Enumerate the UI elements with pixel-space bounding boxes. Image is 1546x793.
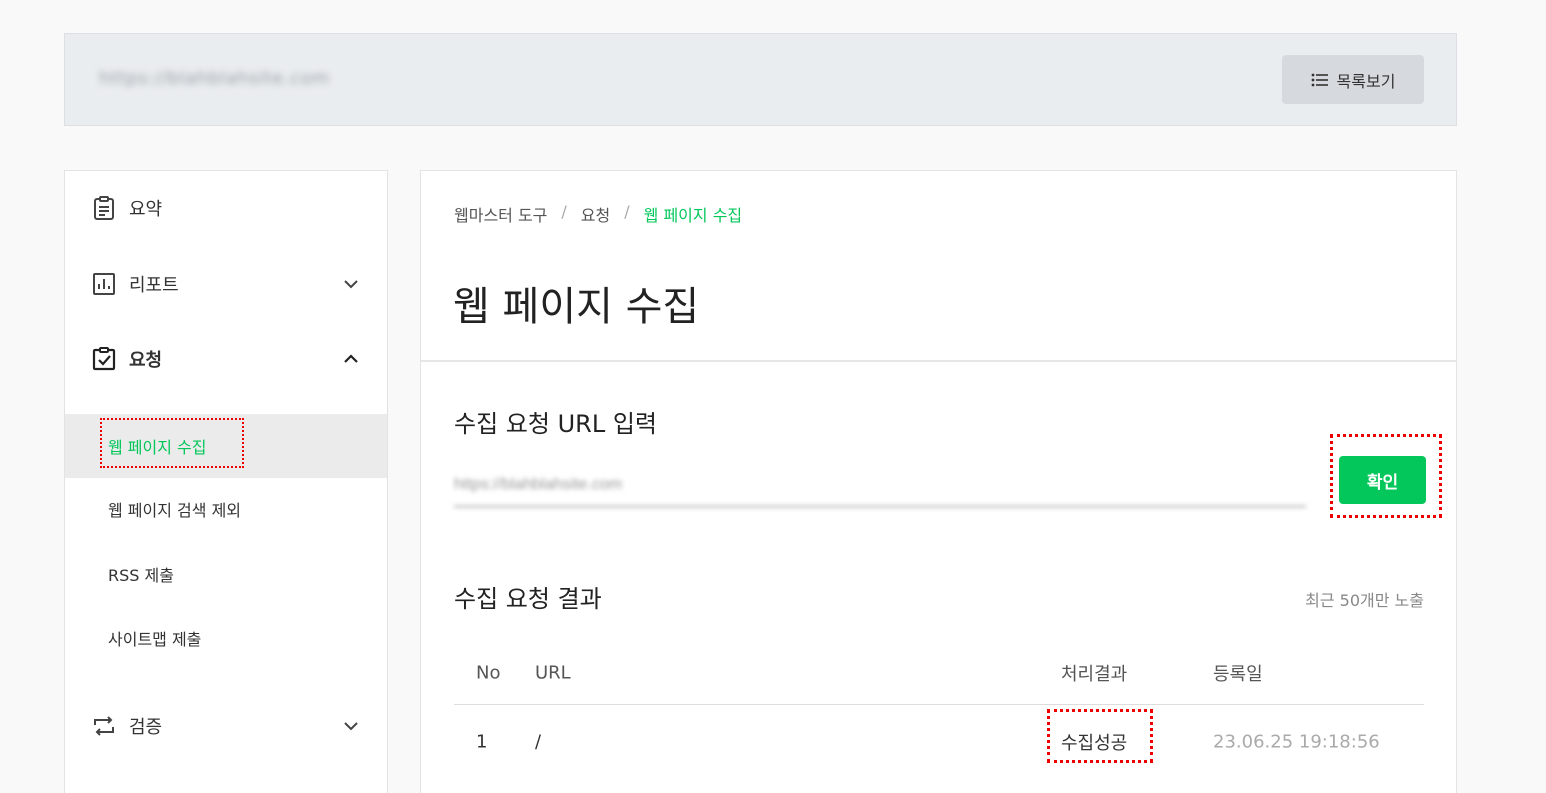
header-no: No [476, 662, 501, 683]
sidebar-subitem-label: 사이트맵 제출 [108, 630, 202, 649]
highlight-box: 확인 [1330, 434, 1442, 518]
sidebar-subitem-label: 웹 페이지 검색 제외 [108, 501, 242, 520]
header-url: URL [535, 662, 571, 683]
url-input[interactable] [454, 463, 1306, 507]
breadcrumb-current: 웹 페이지 수집 [643, 206, 743, 225]
results-table: No URL 처리결과 등록일 1 / 수집성공 23.06.25 19:18:… [454, 641, 1424, 779]
list-view-label: 목록보기 [1336, 71, 1396, 91]
sidebar-item-label: 리포트 [129, 275, 179, 296]
sidebar-item-verify[interactable]: 검증 [65, 706, 387, 746]
chevron-up-icon [344, 354, 358, 363]
sidebar-item-summary[interactable]: 요약 [65, 188, 387, 228]
row-no: 1 [476, 731, 488, 753]
repeat-icon [91, 713, 117, 739]
page-title: 웹 페이지 수집 [453, 284, 700, 330]
sidebar-item-label: 요청 [129, 350, 163, 371]
main-panel: 웹마스터 도구 / 요청 / 웹 페이지 수집 웹 페이지 수집 수집 요청 U… [420, 170, 1457, 793]
clipboard-check-icon [91, 346, 117, 372]
breadcrumb-parent[interactable]: 요청 [581, 202, 610, 226]
table-row: 1 / 수집성공 23.06.25 19:18:56 [454, 705, 1424, 779]
list-view-button[interactable]: 목록보기 [1282, 55, 1424, 104]
row-date: 23.06.25 19:18:56 [1213, 731, 1380, 753]
sidebar-nav: 요약 리포트 요청 웹 페이지 수집 웹 페이지 검색 제외 RSS 제출 사이… [64, 170, 388, 793]
list-icon [1311, 73, 1328, 86]
sidebar-subitem-page-exclude[interactable]: 웹 페이지 검색 제외 [65, 477, 387, 541]
table-header: No URL 처리결과 등록일 [454, 641, 1424, 705]
sidebar-item-label: 검증 [129, 717, 163, 738]
site-header-bar: https://blahblahsite.com 목록보기 [64, 33, 1457, 126]
results-note: 최근 50개만 노출 [1305, 591, 1424, 610]
breadcrumb-root[interactable]: 웹마스터 도구 [454, 202, 547, 226]
bar-chart-icon [91, 271, 117, 297]
header-date: 등록일 [1213, 663, 1263, 685]
breadcrumb-separator: / [561, 202, 567, 221]
row-result: 수집성공 [1061, 733, 1128, 754]
clipboard-icon [91, 195, 117, 221]
sidebar-subitem-sitemap[interactable]: 사이트맵 제출 [65, 606, 387, 670]
request-section-title: 수집 요청 URL 입력 [454, 410, 657, 438]
site-url: https://blahblahsite.com [99, 68, 330, 89]
sidebar-subitem-page-collect[interactable]: 웹 페이지 수집 [65, 414, 387, 478]
sidebar-subitem-rss[interactable]: RSS 제출 [65, 542, 387, 606]
breadcrumb-separator: / [624, 202, 630, 221]
sidebar-item-request[interactable]: 요청 [65, 339, 387, 379]
results-section-title: 수집 요청 결과 [454, 585, 602, 613]
row-url: / [535, 731, 542, 753]
sidebar-item-report[interactable]: 리포트 [65, 264, 387, 304]
sidebar-subitem-label: RSS 제출 [108, 566, 174, 585]
header-result: 처리결과 [1061, 663, 1128, 685]
sidebar-item-label: 요약 [129, 199, 163, 220]
chevron-down-icon [344, 722, 358, 731]
chevron-down-icon [344, 280, 358, 289]
divider [421, 360, 1456, 362]
highlight-box [100, 418, 244, 468]
breadcrumb: 웹마스터 도구 / 요청 / 웹 페이지 수집 [454, 202, 742, 226]
confirm-button[interactable]: 확인 [1339, 456, 1426, 504]
